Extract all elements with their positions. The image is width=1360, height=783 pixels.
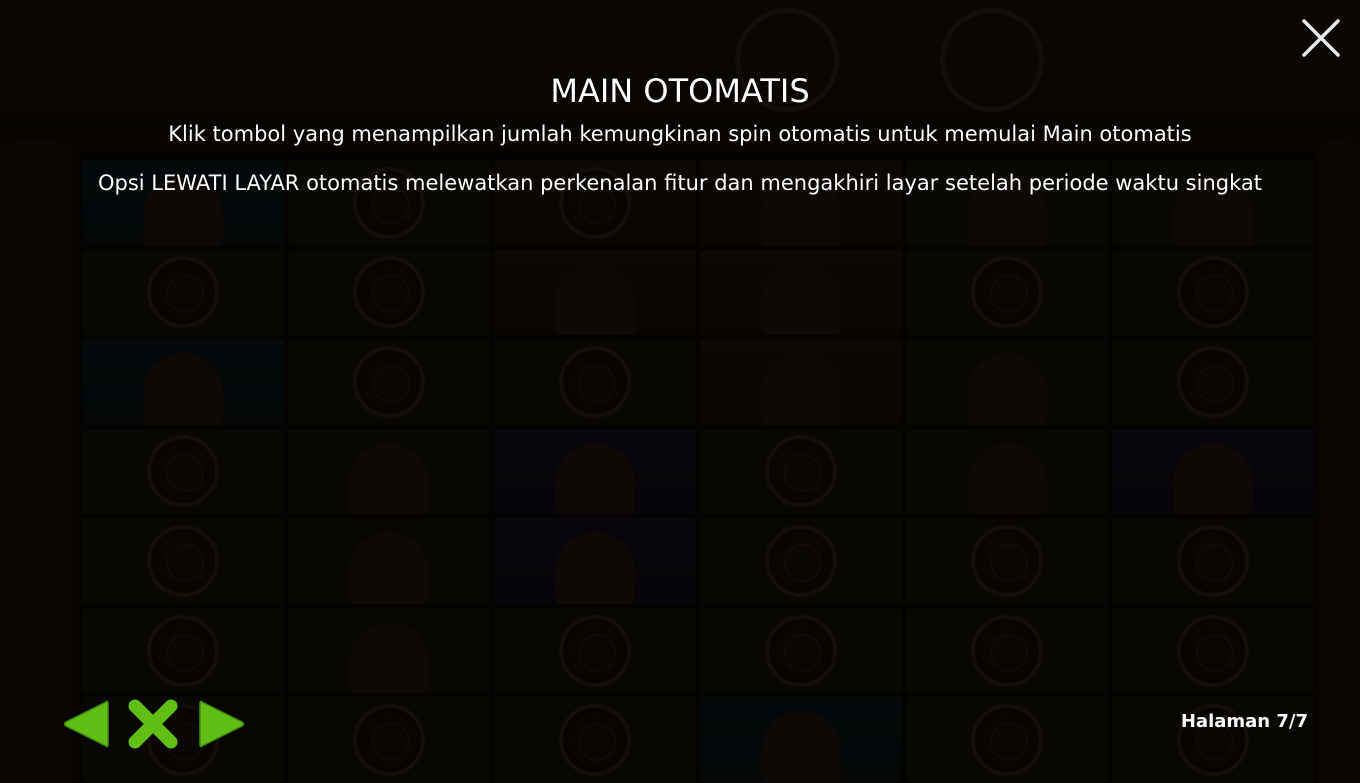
exit-paytable-button[interactable] (124, 696, 182, 752)
instruction-line-1: Klik tombol yang menampilkan jumlah kemu… (168, 122, 1192, 146)
close-button[interactable] (1300, 17, 1342, 59)
instruction-line-2: Opsi LEWATI LAYAR otomatis melewatkan pe… (98, 171, 1262, 195)
x-icon (128, 699, 178, 749)
arrow-right-icon (199, 700, 245, 748)
page-indicator: Halaman 7/7 (1180, 711, 1308, 732)
arrow-left-icon (63, 700, 109, 748)
page-title: MAIN OTOMATIS (550, 72, 810, 110)
next-page-button[interactable] (198, 696, 248, 752)
close-icon (1302, 19, 1340, 57)
game-background (0, 0, 1360, 783)
previous-page-button[interactable] (60, 696, 110, 752)
paytable-screen: MAIN OTOMATIS Klik tombol yang menampilk… (0, 0, 1360, 783)
overlay-dim (0, 0, 1360, 783)
